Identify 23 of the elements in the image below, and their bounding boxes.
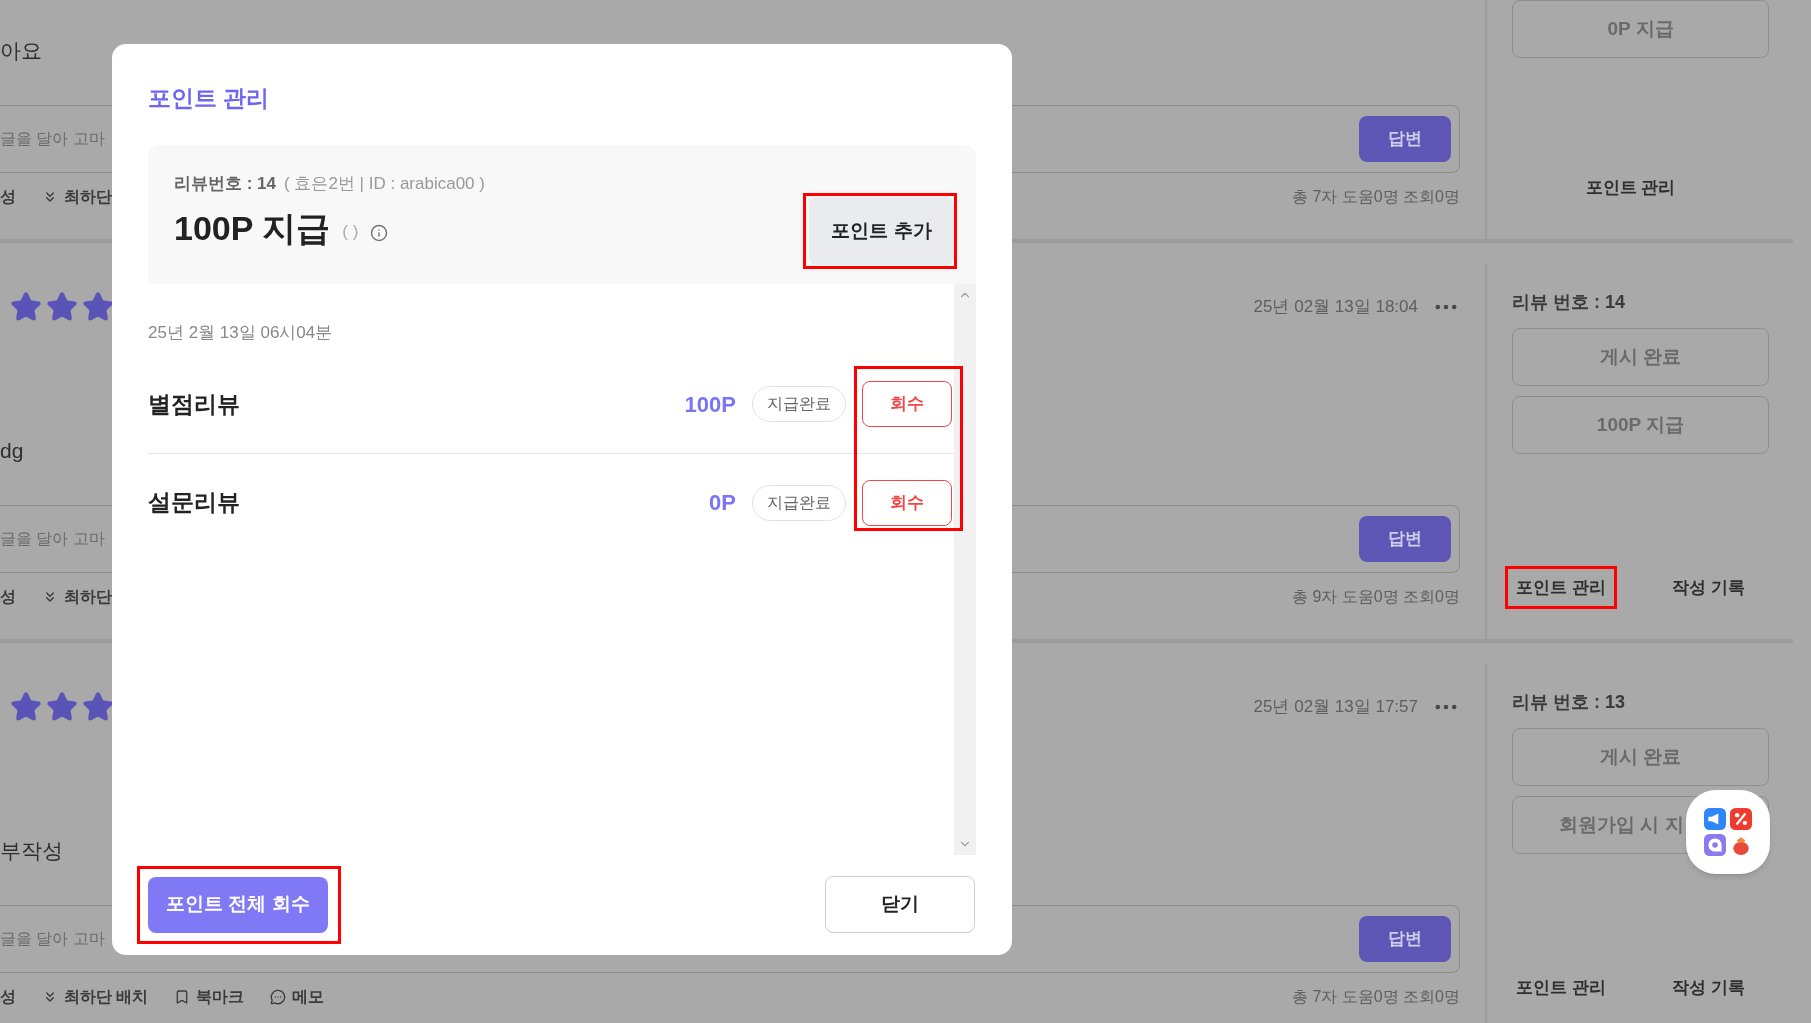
reply-placeholder: 글을 달아 고마 xyxy=(0,129,105,149)
review-text: dg xyxy=(0,440,24,461)
reply-placeholder: 글을 달아 고마 xyxy=(0,929,105,949)
points-note: ( ) xyxy=(342,221,359,243)
review-stats: 총 7자 도움0명 조회0명 xyxy=(1291,187,1460,207)
history-type: 별점리뷰 xyxy=(148,389,241,419)
review-text: 아요 xyxy=(0,40,42,61)
review-stats: 총 7자 도움0명 조회0명 xyxy=(1291,987,1460,1007)
review-text: 부작성 xyxy=(0,840,63,861)
review-meta: ( 효은2번 | ID : arabica00 ) xyxy=(284,173,485,195)
review-number: 리뷰 번호 : 13 xyxy=(1512,691,1627,714)
reply-placeholder: 글을 달아 고마 xyxy=(0,529,105,549)
history-points: 0P xyxy=(709,489,736,517)
history-points: 100P xyxy=(684,390,736,419)
history-type: 설문리뷰 xyxy=(148,488,241,518)
review-number: 리뷰번호 : 14 xyxy=(174,173,277,195)
dialog-title: 포인트 관리 xyxy=(148,84,271,112)
total-points: 100P 지급 xyxy=(174,210,331,245)
review-date: 25년 02월 13일 18:04 xyxy=(1253,296,1418,319)
review-date: 25년 02월 13일 17:57 xyxy=(1253,696,1418,719)
review-stats: 총 9자 도움0명 조회0명 xyxy=(1291,587,1460,607)
review-number: 리뷰 번호 : 14 xyxy=(1512,291,1627,314)
history-date: 25년 2월 13일 06시04분 xyxy=(148,322,334,344)
